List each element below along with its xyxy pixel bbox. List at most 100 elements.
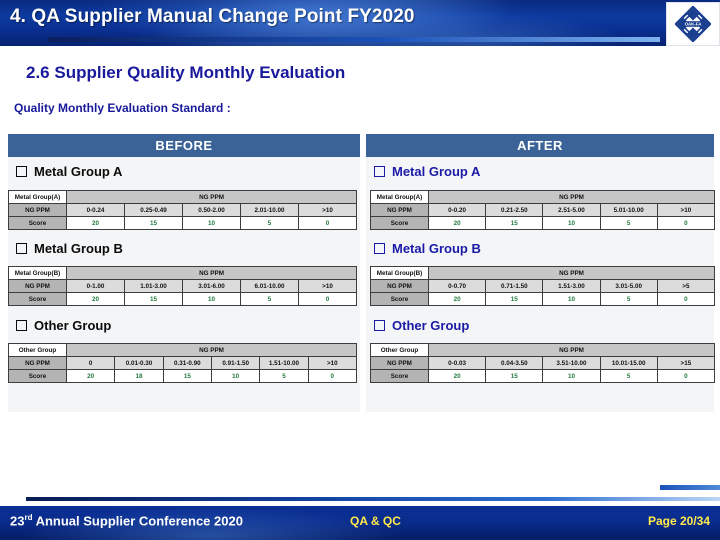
- table-after-metal-a: Metal Group(A) NG PPM NG PPM 0-0.20 0.21-2.5…: [370, 190, 715, 230]
- score-cell: 20: [427, 369, 487, 383]
- range-cell: 0.21-2.50: [485, 203, 544, 217]
- range-cell: >10: [307, 356, 357, 370]
- range-cell: 1.51-10.00: [259, 356, 309, 370]
- table-row-scores: Score 20 18 15 10 5 0: [8, 369, 357, 383]
- range-cell: 2.01-10.00: [240, 203, 299, 217]
- score-cell: 0: [297, 292, 358, 306]
- table-before-metal-b: Metal Group(B) NG PPM NG PPM 0-1.00 1.01-3.0…: [8, 266, 358, 306]
- score-cell: 10: [210, 369, 261, 383]
- range-cell: 0-0.24: [66, 203, 125, 217]
- range-cell: 0.04-3.50: [485, 356, 544, 370]
- table-group-header: NG PPM: [428, 266, 715, 280]
- table-before-other: Other Group NG PPM NG PPM 0 0.01-0.30 0.31-0.…: [8, 343, 357, 383]
- table-header-row: Metal Group(A) NG PPM: [370, 190, 715, 204]
- group-label: Metal Group B: [392, 241, 481, 256]
- score-cell: 5: [240, 216, 299, 230]
- score-cell: 18: [114, 369, 164, 383]
- footer-accent-rule: [660, 485, 720, 490]
- checkbox-icon: [16, 320, 27, 331]
- after-label: AFTER: [517, 138, 563, 153]
- row-label-ng-ppm: NG PPM: [370, 356, 429, 370]
- table-group-header: NG PPM: [65, 190, 358, 204]
- logo-text: OAK-FA: [685, 22, 703, 27]
- footer-page-number: Page 20/34: [647, 514, 710, 528]
- score-cell: 10: [542, 292, 601, 306]
- company-logo: OAK-FA: [666, 2, 720, 46]
- score-cell: 20: [66, 216, 125, 230]
- row-label-score: Score: [8, 216, 67, 230]
- before-group-metal-b-heading: Metal Group B: [16, 241, 123, 256]
- group-label: Metal Group A: [392, 164, 481, 179]
- score-cell: 10: [542, 216, 601, 230]
- group-label: Other Group: [34, 318, 112, 333]
- score-cell: 15: [485, 369, 544, 383]
- after-group-metal-b-heading: Metal Group B: [374, 241, 481, 256]
- row-label-ng-ppm: NG PPM: [8, 203, 67, 217]
- range-cell: 5.01-10.00: [599, 203, 658, 217]
- table-header-row: Metal Group(B) NG PPM: [8, 266, 358, 280]
- checkbox-icon: [16, 243, 27, 254]
- score-cell: 0: [656, 292, 715, 306]
- table-header-row: Metal Group(A) NG PPM: [8, 190, 358, 204]
- footer-conference-rest: Annual Supplier Conference 2020: [32, 513, 243, 529]
- range-cell: 0.50-2.00: [182, 203, 241, 217]
- range-cell: 0.31-0.90: [162, 356, 212, 370]
- before-column-header: BEFORE: [8, 134, 360, 157]
- slide-footer: 23rd Annual Supplier Conference 2020 QA …: [0, 506, 720, 540]
- score-cell: 0: [656, 369, 715, 383]
- checkbox-icon: [374, 166, 385, 177]
- row-label-score: Score: [8, 292, 67, 306]
- range-cell: >15: [656, 356, 715, 370]
- score-cell: 0: [656, 216, 715, 230]
- table-corner-label: Other Group: [8, 343, 67, 357]
- range-cell: 1.01-3.00: [124, 279, 183, 293]
- table-after-other: Other Group NG PPM NG PPM 0-0.03 0.04-3.50 3.…: [370, 343, 715, 383]
- range-cell: 10.01-15.00: [599, 356, 658, 370]
- page-title: 4. QA Supplier Manual Change Point FY202…: [10, 6, 415, 27]
- row-label-ng-ppm: NG PPM: [370, 279, 429, 293]
- table-group-header: NG PPM: [65, 266, 358, 280]
- score-cell: 20: [427, 292, 487, 306]
- slide-subtitle: Quality Monthly Evaluation Standard :: [14, 101, 231, 115]
- column-divider: [362, 134, 364, 412]
- table-row-ranges: NG PPM 0-0.03 0.04-3.50 3.51-10.00 10.01-15.…: [370, 356, 715, 370]
- table-corner-label: Metal Group(B): [8, 266, 67, 280]
- score-cell: 15: [485, 216, 544, 230]
- before-group-other-heading: Other Group: [16, 318, 111, 333]
- row-label-score: Score: [370, 292, 429, 306]
- range-cell: 1.51-3.00: [542, 279, 601, 293]
- score-cell: 0: [307, 369, 357, 383]
- score-cell: 20: [66, 292, 125, 306]
- after-column-header: AFTER: [366, 134, 714, 157]
- table-header-row: Other Group NG PPM: [370, 343, 715, 357]
- table-row-scores: Score 20 15 10 5 0: [370, 292, 715, 306]
- before-label: BEFORE: [155, 138, 213, 153]
- table-corner-label: Metal Group(B): [370, 266, 429, 280]
- table-row-ranges: NG PPM 0-1.00 1.01-3.00 3.01-6.00 6.01-10.00…: [8, 279, 358, 293]
- header-rule: [48, 37, 660, 42]
- range-cell: >10: [297, 203, 358, 217]
- score-cell: 15: [124, 216, 183, 230]
- range-cell: 2.51-5.00: [542, 203, 601, 217]
- table-corner-label: Metal Group(A): [8, 190, 67, 204]
- checkbox-icon: [16, 166, 27, 177]
- row-label-ng-ppm: NG PPM: [370, 203, 429, 217]
- row-label-score: Score: [8, 369, 67, 383]
- score-cell: 5: [599, 369, 658, 383]
- range-cell: 0-1.00: [66, 279, 125, 293]
- row-label-ng-ppm: NG PPM: [8, 279, 67, 293]
- footer-department: QA & QC: [350, 514, 401, 528]
- after-group-other-heading: Other Group: [374, 318, 469, 333]
- score-cell: 15: [162, 369, 212, 383]
- footer-rule: [26, 497, 720, 501]
- range-cell: 0.71-1.50: [485, 279, 544, 293]
- range-cell: 0-0.70: [427, 279, 487, 293]
- score-cell: 10: [182, 292, 241, 306]
- after-group-metal-a-heading: Metal Group A: [374, 164, 480, 179]
- range-cell: 0.91-1.50: [210, 356, 261, 370]
- table-before-metal-a: Metal Group(A) NG PPM NG PPM 0-0.24 0.25-0.4…: [8, 190, 358, 230]
- before-group-metal-a-heading: Metal Group A: [16, 164, 122, 179]
- range-cell: 3.51-10.00: [542, 356, 601, 370]
- range-cell: >10: [656, 203, 715, 217]
- footer-conference-name: 23rd Annual Supplier Conference 2020: [10, 513, 243, 528]
